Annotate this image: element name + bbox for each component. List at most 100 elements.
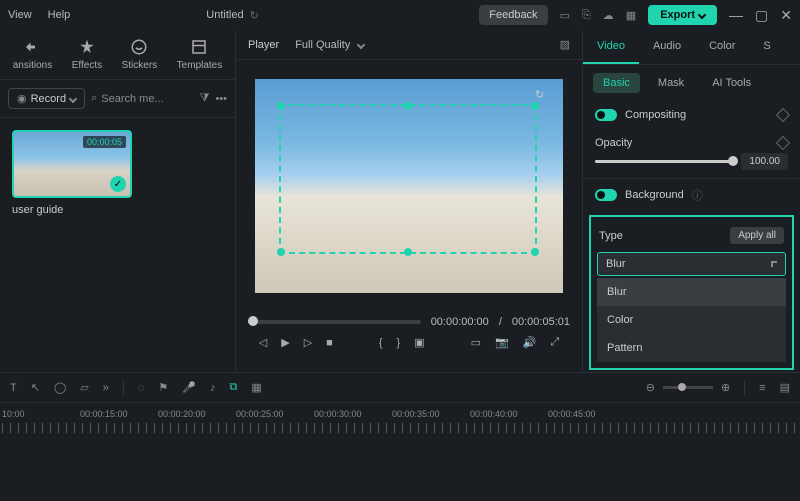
background-label: Background bbox=[625, 189, 684, 201]
opacity-value[interactable]: 100.00 bbox=[741, 153, 788, 170]
flag-icon[interactable]: ⚑ bbox=[158, 381, 168, 394]
type-option-color[interactable]: Color bbox=[597, 306, 786, 334]
music-icon[interactable]: ♪ bbox=[210, 382, 216, 394]
chevron-up-icon bbox=[771, 261, 777, 267]
tab-stickers[interactable]: Stickers bbox=[120, 36, 160, 73]
slider-thumb[interactable] bbox=[678, 383, 686, 391]
type-dropdown[interactable]: Blur bbox=[597, 252, 786, 276]
menu-view[interactable]: View bbox=[8, 9, 32, 21]
menu-help[interactable]: Help bbox=[48, 9, 71, 21]
time-marker: 00:00:25:00 bbox=[236, 409, 314, 419]
tab-templates[interactable]: Templates bbox=[175, 36, 225, 73]
display-icon[interactable]: ▭ bbox=[471, 336, 481, 349]
maximize-button[interactable]: ▢ bbox=[755, 7, 768, 24]
snapshot-icon[interactable]: ▧ bbox=[560, 38, 570, 51]
timeline-ruler[interactable]: 10:00 00:00:15:00 00:00:20:00 00:00:25:0… bbox=[0, 403, 800, 433]
clip-label: user guide bbox=[12, 204, 132, 216]
record-icon: ◉ bbox=[17, 92, 27, 105]
zoom-slider[interactable] bbox=[663, 386, 713, 389]
timeline-ticks bbox=[2, 423, 798, 433]
media-clip[interactable]: 00:00:05 ✓ user guide bbox=[12, 130, 132, 216]
compositing-toggle[interactable] bbox=[595, 109, 617, 121]
time-marker: 00:00:15:00 bbox=[80, 409, 158, 419]
resize-handle[interactable] bbox=[277, 102, 285, 110]
prev-frame-button[interactable]: ◁ bbox=[259, 336, 267, 349]
opacity-slider[interactable] bbox=[595, 160, 733, 163]
templates-icon bbox=[190, 38, 208, 56]
filter-icon[interactable]: ⧩ bbox=[200, 92, 210, 105]
mark-out-button[interactable]: } bbox=[397, 337, 401, 349]
clip-thumbnail: 00:00:05 ✓ bbox=[12, 130, 132, 198]
resize-handle[interactable] bbox=[404, 248, 412, 256]
keyframe-icon[interactable] bbox=[776, 108, 790, 122]
subtab-basic[interactable]: Basic bbox=[593, 73, 640, 93]
more-tools-icon[interactable]: » bbox=[103, 382, 109, 394]
time-marker: 00:00:35:00 bbox=[392, 409, 470, 419]
resize-handle[interactable] bbox=[277, 248, 285, 256]
stop-button[interactable]: ■ bbox=[326, 337, 333, 349]
close-button[interactable]: ✕ bbox=[780, 7, 792, 24]
tab-more[interactable]: S bbox=[749, 30, 784, 64]
type-label: Type bbox=[599, 230, 623, 242]
history-icon[interactable]: ↻ bbox=[250, 9, 259, 22]
minimize-button[interactable]: — bbox=[729, 7, 743, 23]
scrub-thumb[interactable] bbox=[248, 316, 258, 326]
quality-select[interactable]: Full Quality bbox=[295, 39, 364, 51]
record-button[interactable]: ◉ Record bbox=[8, 88, 85, 109]
type-option-blur[interactable]: Blur bbox=[597, 278, 786, 306]
info-icon[interactable]: ⓘ bbox=[692, 187, 703, 203]
apply-all-button[interactable]: Apply all bbox=[730, 227, 784, 244]
subtab-ai[interactable]: AI Tools bbox=[702, 73, 761, 93]
device-icon[interactable]: ▭ bbox=[560, 9, 570, 22]
resize-handle[interactable] bbox=[531, 248, 539, 256]
feedback-button[interactable]: Feedback bbox=[479, 5, 547, 25]
resize-handle[interactable] bbox=[404, 102, 412, 110]
grid-tool-icon[interactable]: ▦ bbox=[251, 381, 261, 394]
time-marker: 00:00:40:00 bbox=[470, 409, 548, 419]
search-input[interactable]: ⌕ Search me... bbox=[91, 92, 194, 105]
next-frame-button[interactable]: ▷ bbox=[304, 336, 312, 349]
slider-thumb[interactable] bbox=[728, 156, 738, 166]
subtab-mask[interactable]: Mask bbox=[648, 73, 694, 93]
preview-canvas[interactable]: ↻ bbox=[255, 79, 563, 293]
export-button[interactable]: Export bbox=[648, 5, 717, 25]
tab-transitions[interactable]: ansitions bbox=[11, 36, 54, 73]
tab-video[interactable]: Video bbox=[583, 30, 639, 64]
link-icon[interactable]: ⧉ bbox=[229, 381, 237, 394]
zoom-in-button[interactable]: ⊕ bbox=[721, 381, 730, 394]
more-icon[interactable]: ••• bbox=[215, 93, 227, 105]
type-option-pattern[interactable]: Pattern bbox=[597, 334, 786, 362]
selection-box[interactable]: ↻ bbox=[279, 104, 537, 254]
layout-icon[interactable]: ▤ bbox=[780, 381, 790, 394]
scrub-slider[interactable] bbox=[248, 320, 421, 324]
zoom-out-button[interactable]: ⊖ bbox=[646, 381, 655, 394]
camera-icon[interactable]: 📷 bbox=[495, 336, 509, 349]
tab-audio[interactable]: Audio bbox=[639, 30, 695, 64]
search-icon: ⌕ bbox=[91, 92, 97, 105]
crop-button[interactable]: ▣ bbox=[414, 336, 424, 349]
cloud-icon[interactable]: ☁ bbox=[603, 9, 614, 22]
stickers-icon bbox=[130, 38, 148, 56]
shape-tool-icon[interactable]: ◯ bbox=[54, 381, 66, 394]
cursor-tool-icon[interactable]: ↖ bbox=[31, 381, 40, 394]
mic-icon[interactable]: 🎤 bbox=[182, 381, 196, 394]
tab-effects[interactable]: Effects bbox=[70, 36, 104, 73]
type-dropdown-menu: Blur Color Pattern bbox=[597, 278, 786, 362]
fullscreen-icon[interactable]: ⤢ bbox=[550, 336, 559, 349]
text-tool-icon[interactable]: T bbox=[10, 382, 17, 394]
play-button[interactable]: ▶ bbox=[281, 336, 289, 349]
resize-handle[interactable] bbox=[531, 102, 539, 110]
time-marker: 00:00:45:00 bbox=[548, 409, 626, 419]
tab-color[interactable]: Color bbox=[695, 30, 749, 64]
grid-icon[interactable]: ▦ bbox=[626, 9, 636, 22]
crop-tool-icon[interactable]: ▱ bbox=[80, 381, 88, 394]
save-icon[interactable]: ⎘ bbox=[582, 9, 591, 22]
list-view-icon[interactable]: ≡ bbox=[759, 382, 765, 394]
keyframe-icon[interactable] bbox=[776, 136, 790, 150]
mark-in-button[interactable]: { bbox=[379, 337, 383, 349]
background-toggle[interactable] bbox=[595, 189, 617, 201]
time-current: 00:00:00:00 bbox=[431, 316, 489, 328]
rotate-handle[interactable]: ↻ bbox=[535, 88, 545, 98]
volume-icon[interactable]: 🔊 bbox=[523, 336, 537, 349]
marker-icon[interactable]: ◌ bbox=[138, 382, 145, 394]
